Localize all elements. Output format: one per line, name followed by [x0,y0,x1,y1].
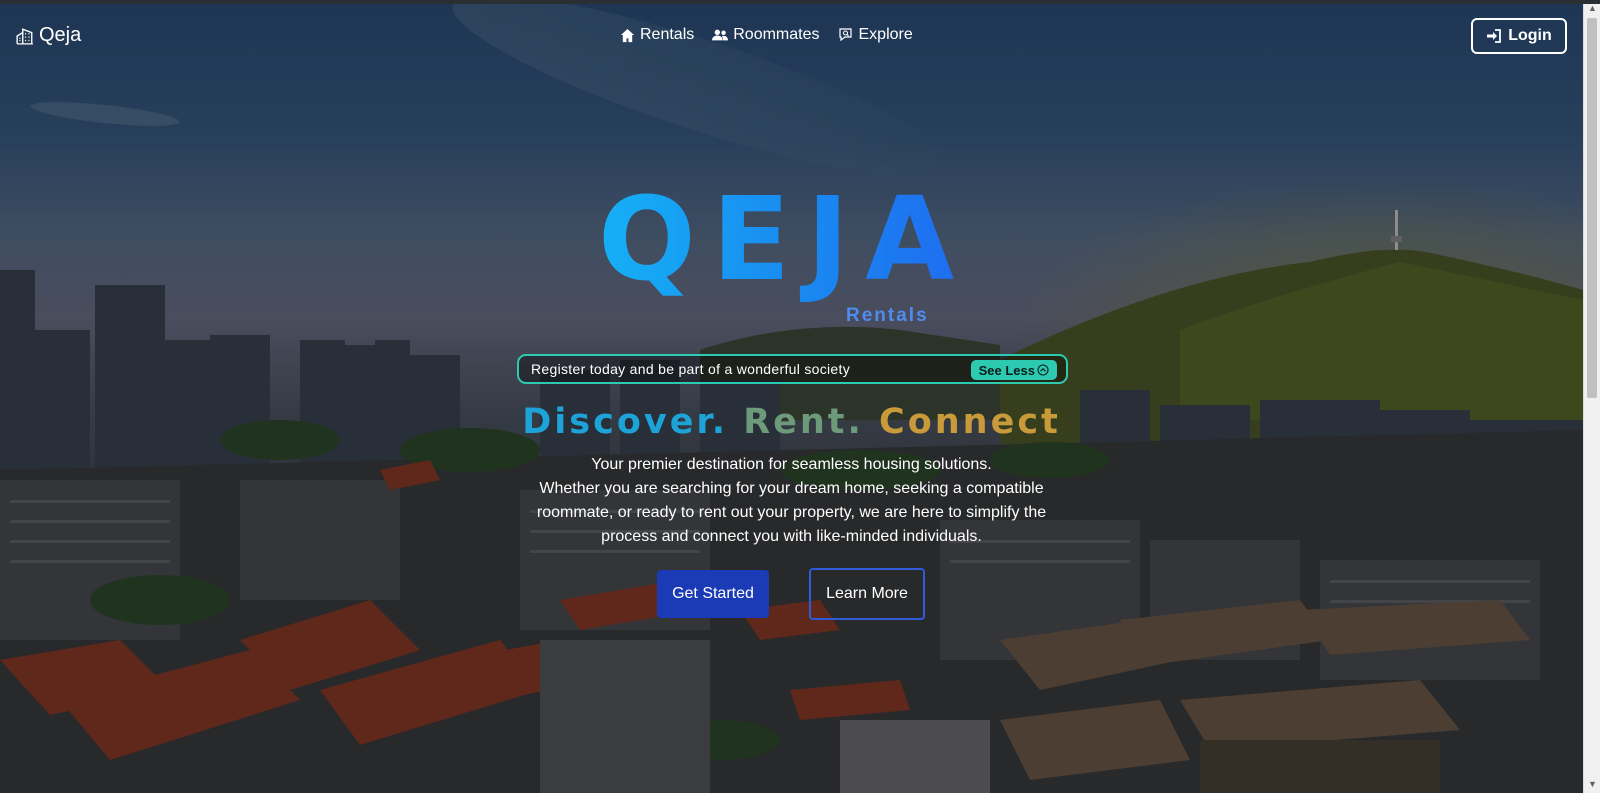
page-scrollbar[interactable]: ▲ ▼ [1583,0,1600,793]
house-icon [620,28,635,42]
brand-logo[interactable]: Qeja [16,24,81,47]
nav-links: Rentals Roommates Explore [620,26,913,44]
hero-description: Your premier destination for seamless ho… [0,453,1583,549]
hero-dark-overlay [0,0,1583,793]
nav-link-rentals[interactable]: Rentals [620,26,694,44]
nav-link-roommates[interactable]: Roommates [712,26,820,44]
announcement-bar: Register today and be part of a wonderfu… [517,354,1068,384]
description-lead: Your premier destination for seamless ho… [591,456,992,473]
scroll-down-arrow-icon[interactable]: ▼ [1584,776,1600,793]
login-label: Login [1508,27,1552,44]
nav-link-explore[interactable]: Explore [838,26,913,44]
tagline-rent: Rent. [743,402,864,442]
announcement-text: Register today and be part of a wonderfu… [531,361,850,377]
get-started-button[interactable]: Get Started [657,570,769,618]
brand-name: Qeja [39,24,82,46]
see-less-button[interactable]: See Less [970,360,1057,380]
buildings-icon [16,27,33,45]
description-body: Whether you are searching for your dream… [536,480,1047,545]
hero-title: QEJA [598,173,971,307]
tagline-connect: Connect [879,402,1061,442]
see-less-label: See Less [978,362,1035,378]
learn-more-button[interactable]: Learn More [809,568,925,620]
login-button[interactable]: Login [1471,18,1567,54]
nav-link-label: Rentals [640,26,695,43]
nav-link-label: Roommates [733,26,820,43]
nav-link-label: Explore [858,26,913,43]
sign-in-icon [1487,29,1502,43]
chat-search-icon [838,28,852,42]
chevron-up-circle-icon [1037,364,1049,376]
hero-subtitle: Rentals [846,305,929,326]
top-navbar: Qeja Rentals Roommates Explore Login [0,4,1583,68]
window-top-bar [0,0,1600,4]
scrollbar-thumb[interactable] [1587,18,1597,398]
hero-tagline: Discover. Rent. Connect [0,402,1583,442]
tagline-discover: Discover. [522,402,728,442]
people-icon [712,29,729,41]
